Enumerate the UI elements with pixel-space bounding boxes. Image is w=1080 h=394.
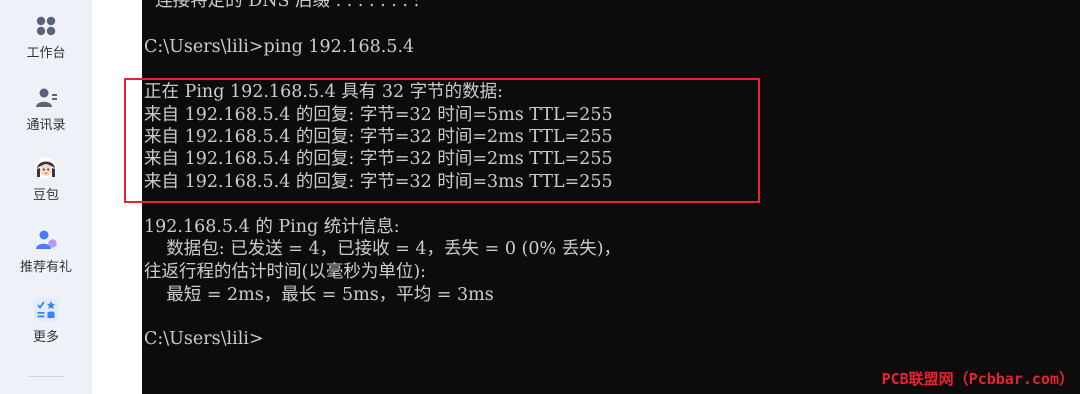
terminal-line: 连接特定的 DNS 后缀 . . . . . . . : [144, 0, 420, 11]
terminal-line: C:\Users\lili> [144, 329, 264, 349]
contacts-icon [36, 88, 57, 107]
sidebar-item-contacts[interactable]: 通讯录 [0, 86, 92, 133]
sidebar-item-label: 豆包 [32, 188, 59, 203]
sidebar-item-more[interactable]: 更多 [0, 298, 92, 345]
sidebar-item-referral[interactable]: 推荐有礼 [0, 228, 92, 275]
watermark: PCB联盟网（Pcbbar.com） [881, 370, 1074, 388]
terminal-line: C:\Users\lili>ping 192.168.5.4 [144, 37, 415, 57]
terminal-line: 往返行程的估计时间(以毫秒为单位): [144, 262, 427, 282]
terminal-line: 数据包: 已发送 = 4，已接收 = 4，丢失 = 0 (0% 丢失)， [144, 239, 622, 259]
doubao-avatar-icon [35, 157, 57, 179]
sidebar-item-workbench[interactable]: 工作台 [0, 14, 92, 61]
sidebar-item-doubao[interactable]: 豆包 [0, 156, 92, 203]
sidebar-divider [28, 376, 64, 377]
sidebar-item-label: 通讯录 [26, 118, 66, 133]
sidebar: 工作台 通讯录 豆包 推荐有礼 更多 [0, 0, 92, 394]
terminal-line: 192.168.5.4 的 Ping 统计信息: [144, 217, 400, 237]
sidebar-item-label: 推荐有礼 [19, 260, 72, 275]
highlight-box [124, 78, 760, 203]
more-apps-icon [34, 298, 58, 322]
sidebar-item-label: 工作台 [26, 46, 66, 61]
referral-icon [36, 230, 57, 249]
sidebar-item-label: 更多 [32, 330, 59, 345]
terminal-line: 最短 = 2ms，最长 = 5ms，平均 = 3ms [144, 285, 494, 305]
grid-icon [36, 16, 56, 36]
